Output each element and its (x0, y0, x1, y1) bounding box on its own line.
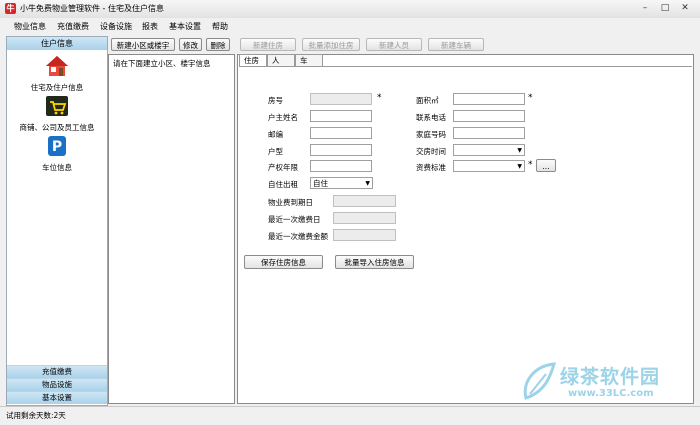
tree-hint: 请在下面建立小区、楼宇信息 (113, 59, 211, 68)
menu-recharge[interactable]: 充值缴费 (57, 21, 89, 32)
handover-time-label: 交房时间 (416, 147, 446, 156)
owner-name-label: 户主姓名 (268, 113, 298, 122)
import-house-button[interactable]: 批量导入住房信息 (335, 255, 414, 269)
new-person-button[interactable]: 新建人员 (366, 38, 422, 51)
menu-settings[interactable]: 基本设置 (169, 21, 201, 32)
watermark-url: www.33LC.com (568, 388, 654, 399)
menu-help[interactable]: 帮助 (212, 21, 228, 32)
tab-person[interactable]: 人 (267, 54, 295, 66)
fee-standard-required: * (528, 160, 533, 170)
property-years-input[interactable] (310, 160, 372, 172)
owner-name-input[interactable] (310, 110, 372, 122)
contact-phone-label: 联系电话 (416, 113, 446, 122)
property-fee-due-input[interactable] (333, 195, 396, 207)
last-payment-amount-label: 最近一次缴费金额 (268, 232, 328, 241)
maximize-button[interactable]: □ (656, 2, 674, 15)
room-no-label: 房号 (268, 96, 283, 105)
home-phone-label: 家庭号码 (416, 130, 446, 139)
self-or-rent-label: 自住出租 (268, 180, 298, 189)
handover-time-select[interactable]: ▼ (453, 144, 525, 156)
self-or-rent-value: 自住 (313, 179, 328, 188)
minimize-button[interactable]: – (636, 2, 654, 15)
area-input[interactable] (453, 93, 525, 105)
fee-standard-browse-button[interactable]: ... (536, 159, 556, 172)
menu-reports[interactable]: 报表 (142, 21, 158, 32)
area-label: 面积㎡ (416, 96, 439, 105)
last-payment-amount-input[interactable] (333, 229, 396, 241)
sidebar-footer-recharge[interactable]: 充值缴费 (7, 365, 107, 378)
last-payment-date-label: 最近一次缴费日 (268, 215, 321, 224)
trial-days-status: 试用剩余天数:2天 (6, 411, 66, 420)
house-icon[interactable] (45, 55, 69, 77)
tab-vehicle[interactable]: 车 (295, 54, 323, 66)
last-payment-date-input[interactable] (333, 212, 396, 224)
sidebar-item-shop[interactable]: 商铺、公司及员工信息 (7, 122, 107, 133)
new-house-button[interactable]: 新建住房 (240, 38, 296, 51)
sidebar-footer-facilities[interactable]: 物品设施 (7, 378, 107, 391)
room-no-input[interactable] (310, 93, 372, 105)
chevron-down-icon: ▼ (517, 163, 522, 170)
svg-text:P: P (52, 139, 62, 155)
room-no-required: * (377, 93, 382, 103)
contact-phone-input[interactable] (453, 110, 525, 122)
new-vehicle-button[interactable]: 新建车辆 (428, 38, 484, 51)
parking-icon[interactable]: P (47, 135, 67, 157)
status-bar: 试用剩余天数:2天 (0, 406, 700, 425)
sidebar-item-house[interactable]: 住宅及住户信息 (7, 82, 107, 93)
chevron-down-icon: ▼ (517, 147, 522, 154)
batch-add-house-button[interactable]: 批量添加住房 (302, 38, 360, 51)
self-or-rent-select[interactable]: 自住 ▼ (310, 177, 373, 189)
fee-standard-label: 资费标准 (416, 163, 446, 172)
save-house-button[interactable]: 保存住房信息 (244, 255, 323, 269)
sidebar: 住户信息 住宅及住户信息 商铺、公司及员工信息 P 车位信息 充值缴费 物品设施… (6, 36, 108, 406)
sidebar-item-parking[interactable]: 车位信息 (7, 162, 107, 173)
title-bar: 牛 小牛免费物业管理软件 - 住宅及住户信息 – □ ✕ (0, 0, 700, 19)
house-type-input[interactable] (310, 144, 372, 156)
watermark-text: 绿茶软件园 (560, 366, 661, 388)
app-icon: 牛 (5, 3, 16, 14)
house-detail-panel: 住房 人 车 房号 * 户主姓名 邮编 户型 产权年限 自住出租 自住 ▼ 物业费… (237, 54, 694, 404)
watermark: 绿茶软件园 www.33LC.com (520, 360, 698, 408)
home-phone-input[interactable] (453, 127, 525, 139)
sidebar-header[interactable]: 住户信息 (7, 37, 107, 50)
postcode-label: 邮编 (268, 130, 283, 139)
menu-equipment[interactable]: 设备设施 (100, 21, 132, 32)
window-title: 小牛免费物业管理软件 - 住宅及住户信息 (20, 4, 164, 13)
shop-cart-icon[interactable] (45, 95, 69, 117)
property-years-label: 产权年限 (268, 163, 298, 172)
chevron-down-icon: ▼ (365, 180, 370, 187)
new-community-button[interactable]: 新建小区或楼宇 (111, 38, 175, 51)
sidebar-footer-settings[interactable]: 基本设置 (7, 391, 107, 404)
postcode-input[interactable] (310, 127, 372, 139)
delete-button[interactable]: 删除 (206, 38, 230, 51)
modify-button[interactable]: 修改 (179, 38, 202, 51)
property-fee-due-label: 物业费到期日 (268, 198, 313, 207)
watermark-logo-icon (523, 362, 557, 400)
area-required: * (528, 93, 533, 103)
house-type-label: 户型 (268, 147, 283, 156)
menu-property-info[interactable]: 物业信息 (14, 21, 46, 32)
menu-bar: 物业信息 充值缴费 设备设施 报表 基本设置 帮助 (0, 18, 700, 34)
community-tree[interactable]: 请在下面建立小区、楼宇信息 (108, 54, 235, 404)
fee-standard-select[interactable]: ▼ (453, 160, 525, 172)
tab-divider (239, 66, 692, 67)
close-button[interactable]: ✕ (676, 2, 694, 15)
